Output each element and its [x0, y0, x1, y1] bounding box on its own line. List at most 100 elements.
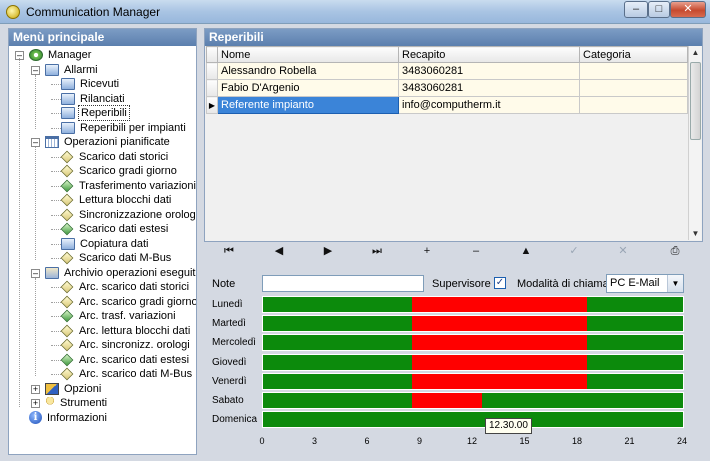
maximize-button[interactable]: □ — [648, 1, 670, 18]
row-indicator[interactable] — [206, 62, 218, 80]
tree-item-reperibili-per-impianti[interactable]: Reperibili per impianti — [61, 121, 188, 135]
tree-item-manager[interactable]: Manager — [29, 48, 93, 62]
collapse-icon[interactable]: – — [31, 65, 40, 75]
tree-item-label: Allarmi — [64, 63, 98, 76]
unavailable-interval[interactable] — [411, 373, 587, 389]
expand-icon[interactable]: + — [31, 399, 40, 408]
unavailable-interval[interactable] — [411, 316, 587, 332]
cell-nome[interactable]: Fabio D'Argenio — [217, 79, 399, 97]
day-schedule-bar[interactable] — [262, 296, 684, 313]
unavailable-interval[interactable] — [411, 335, 587, 351]
day-schedule-bar[interactable] — [262, 372, 684, 390]
tree-item-arc-scarico-dati-estesi[interactable]: Arc. scarico dati estesi — [60, 353, 191, 367]
tree-item-lettura-blocchi-dati[interactable]: Lettura blocchi dati — [60, 193, 173, 207]
expand-icon[interactable]: + — [31, 384, 40, 394]
modalita-value: PC E-Mail — [610, 277, 660, 289]
table-row[interactable]: Alessandro Robella 3483060281 — [206, 62, 688, 80]
modalita-select[interactable]: PC E-Mail ▼ — [606, 274, 684, 293]
tree-item-allarmi[interactable]: Allarmi — [45, 63, 100, 77]
reperibili-grid[interactable]: Nome Recapito Categoria Alessandro Robel… — [206, 46, 688, 240]
main-menu-tree[interactable]: – Manager – Allarmi Ricevuti Rilanciati Reperi… — [9, 46, 196, 454]
scroll-thumb[interactable] — [690, 62, 701, 140]
minimize-button[interactable]: – — [624, 1, 648, 18]
table-row[interactable]: ▶ Referente impianto info@computherm.it — [206, 96, 688, 114]
supervisore-checkbox[interactable]: ✓ — [494, 277, 506, 289]
scroll-down-arrow-icon[interactable]: ▼ — [689, 227, 702, 240]
close-button[interactable]: ✕ — [670, 1, 706, 18]
cell-categoria[interactable] — [579, 96, 688, 114]
tree-item-scarico-dati-m-bus[interactable]: Scarico dati M-Bus — [60, 251, 173, 265]
tree-item-ricevuti[interactable]: Ricevuti — [61, 77, 121, 91]
tree-item-scarico-dati-estesi[interactable]: Scarico dati estesi — [60, 222, 170, 236]
tree-item-copiatura-dati[interactable]: Copiatura dati — [61, 237, 151, 251]
archive-task-icon — [60, 295, 74, 308]
tree-item-opzioni[interactable]: Opzioni — [45, 382, 103, 396]
column-header-categoria[interactable]: Categoria — [579, 46, 688, 63]
column-header-recapito[interactable]: Recapito — [398, 46, 580, 63]
tree-item-operazioni-pianificate[interactable]: Operazioni pianificate — [45, 135, 172, 149]
cell-categoria[interactable] — [579, 62, 688, 80]
nav-cancel-button[interactable]: ✕ — [608, 242, 638, 260]
table-row[interactable]: Fabio D'Argenio 3483060281 — [206, 79, 688, 97]
unavailable-interval[interactable] — [411, 393, 482, 408]
nav-edit-button[interactable]: ▲ — [511, 242, 541, 260]
cell-recapito[interactable]: 3483060281 — [398, 62, 580, 80]
tree-item-scarico-gradi-giorno[interactable]: Scarico gradi giorno — [60, 164, 179, 178]
unavailable-interval[interactable] — [411, 297, 587, 312]
day-schedule-bar[interactable] — [262, 353, 684, 371]
nav-prior-button[interactable]: ◀ — [264, 242, 294, 260]
tree-item-scarico-dati-storici[interactable]: Scarico dati storici — [60, 150, 170, 164]
tree-item-label: Arc. scarico dati storici — [79, 281, 190, 293]
tree-item-arc-scarico-dati-storici[interactable]: Arc. scarico dati storici — [60, 280, 191, 294]
tree-item-label: Ricevuti — [80, 78, 120, 90]
tree-item-label: Scarico dati estesi — [79, 223, 169, 235]
cell-nome[interactable]: Alessandro Robella — [217, 62, 399, 80]
day-schedule-bar[interactable] — [262, 411, 684, 429]
task-icon — [60, 222, 74, 236]
day-schedule-bar[interactable] — [262, 392, 684, 409]
schedule-panel: Note Supervisore ✓ Modalità di chiamata … — [204, 266, 703, 455]
tree-item-rilanciati[interactable]: Rilanciati — [61, 92, 127, 106]
day-label: Venerdì — [212, 375, 247, 387]
unavailable-interval[interactable] — [411, 354, 587, 370]
nav-insert-button[interactable]: + — [412, 242, 442, 260]
tree-item-label: Arc. scarico dati estesi — [79, 353, 190, 366]
tree-item-trasferimento-variazioni[interactable]: Trasferimento variazioni — [60, 179, 196, 193]
tree-item-label: Arc. lettura blocchi dati — [79, 324, 191, 337]
collapse-icon[interactable]: – — [31, 138, 40, 147]
tree-item-sincronizzazione-orologi[interactable]: Sincronizzazione orologi — [60, 208, 196, 222]
nav-first-button[interactable]: ⏮ — [214, 242, 244, 260]
note-input[interactable] — [262, 275, 424, 292]
column-header-nome[interactable]: Nome — [217, 46, 399, 63]
cell-recapito[interactable]: 3483060281 — [398, 79, 580, 97]
tree-item-label: Reperibili — [78, 105, 130, 121]
collapse-icon[interactable]: – — [31, 268, 40, 278]
cell-recapito[interactable]: info@computherm.it — [398, 96, 580, 114]
cell-nome[interactable]: Referente impianto — [217, 96, 399, 114]
tree-item-arc-sincronizz-orologi[interactable]: Arc. sincronizz. orologi — [60, 338, 192, 352]
tree-item-arc-scarico-dati-m-bus[interactable]: Arc. scarico dati M-Bus — [60, 367, 194, 381]
axis-tick-label: 15 — [519, 436, 530, 446]
nav-next-button[interactable]: ▶ — [313, 242, 343, 260]
day-schedule-bar[interactable] — [262, 315, 684, 333]
nav-last-button[interactable]: ⏭ — [362, 242, 392, 260]
tree-item-informazioni[interactable]: i Informazioni — [29, 411, 109, 425]
tree-item-archivio-operazioni-eseguite[interactable]: Archivio operazioni eseguite — [45, 266, 196, 280]
cell-categoria[interactable] — [579, 79, 688, 97]
nav-delete-button[interactable]: – — [461, 242, 491, 260]
day-schedule-bar[interactable] — [262, 334, 684, 352]
tree-item-arc-scarico-gradi-giorno[interactable]: Arc. scarico gradi giorno — [60, 295, 196, 309]
tree-item-arc-trasf-variazioni[interactable]: Arc. trasf. variazioni — [60, 309, 178, 323]
tree-item-label: Trasferimento variazioni — [79, 179, 196, 192]
row-indicator[interactable] — [206, 79, 218, 97]
tree-item-reperibili[interactable]: Reperibili — [61, 105, 130, 121]
nav-post-button[interactable]: ✓ — [559, 242, 589, 260]
tree-item-strumenti[interactable]: Strumenti — [45, 396, 109, 410]
nav-refresh-button[interactable]: ⎙ — [660, 242, 690, 260]
chevron-down-icon[interactable]: ▼ — [667, 275, 683, 292]
tree-item-arc-lettura-blocchi-dati[interactable]: Arc. lettura blocchi dati — [60, 324, 192, 338]
grid-vertical-scrollbar[interactable]: ▲ ▼ — [688, 46, 701, 240]
current-row-arrow-icon[interactable]: ▶ — [206, 96, 218, 114]
scroll-up-arrow-icon[interactable]: ▲ — [689, 46, 702, 59]
modalita-label: Modalità di chiamata — [517, 278, 618, 290]
